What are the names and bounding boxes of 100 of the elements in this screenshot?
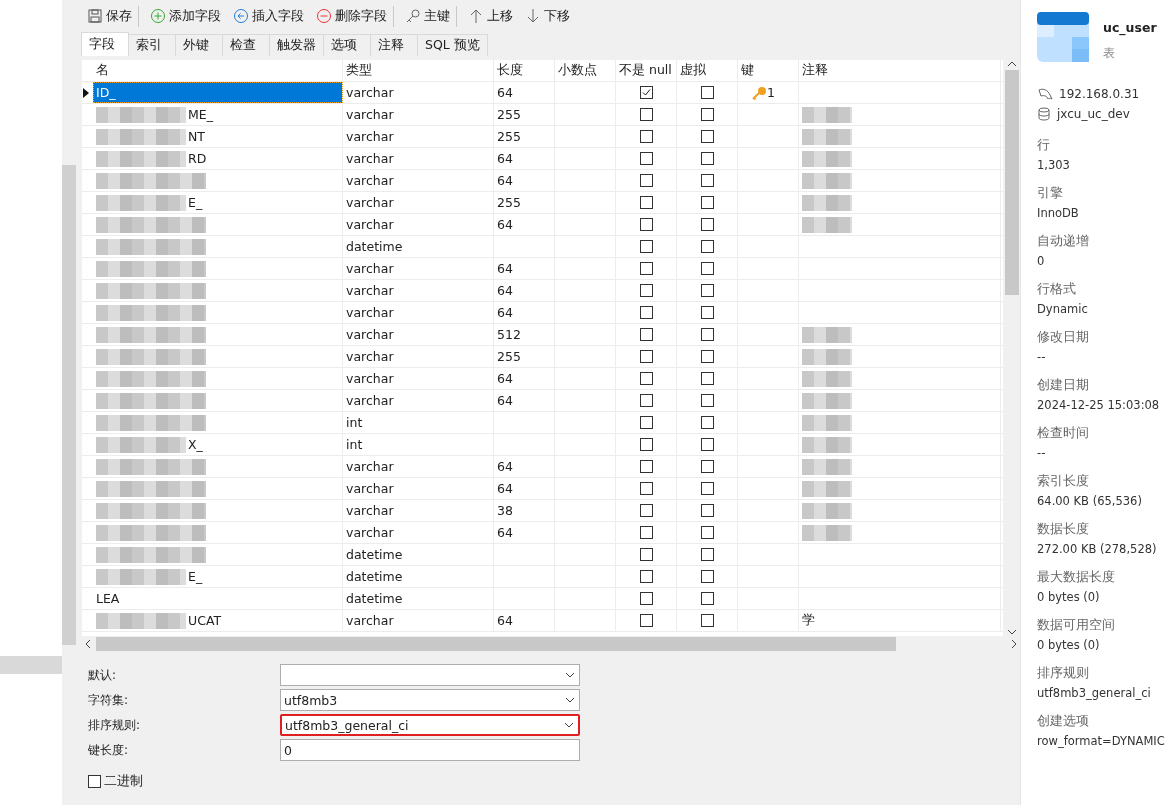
table-row[interactable]: varchar 255 [82, 346, 1003, 368]
checkbox[interactable] [639, 438, 653, 451]
checkbox[interactable] [639, 196, 653, 209]
table-row[interactable]: varchar 64 [82, 302, 1003, 324]
table-cell[interactable]: varchar [343, 368, 494, 389]
dropdown[interactable]: utf8mb3 [280, 689, 580, 711]
checkbox[interactable] [639, 394, 653, 407]
table-cell[interactable] [93, 236, 343, 257]
checkbox[interactable] [700, 438, 714, 451]
table-cell[interactable] [799, 478, 1001, 499]
table-cell[interactable] [93, 456, 343, 477]
table-cell[interactable]: 255 [494, 104, 555, 125]
table-cell[interactable]: 255 [494, 126, 555, 147]
column-header[interactable]: 键 [738, 60, 799, 81]
table-row[interactable]: ME_ varchar 255 [82, 104, 1003, 126]
table-row[interactable]: varchar 64 [82, 390, 1003, 412]
checkbox[interactable] [700, 592, 714, 605]
checkbox[interactable] [700, 416, 714, 429]
toolbar-button[interactable]: 添加字段 [147, 5, 228, 27]
table-cell[interactable] [799, 500, 1001, 521]
table-row[interactable]: varchar 64 [82, 456, 1003, 478]
table-cell[interactable]: varchar [343, 148, 494, 169]
table-cell[interactable] [799, 368, 1001, 389]
table-cell[interactable]: varchar [343, 104, 494, 125]
table-cell[interactable]: UCAT [93, 610, 343, 631]
checkbox[interactable] [700, 218, 714, 231]
checkbox[interactable] [700, 306, 714, 319]
checkbox[interactable] [639, 130, 653, 143]
table-row[interactable]: varchar 64 [82, 368, 1003, 390]
table-cell[interactable]: 64 [494, 82, 555, 103]
table-cell[interactable]: 64 [494, 258, 555, 279]
checkbox[interactable] [700, 130, 714, 143]
table-cell[interactable]: 64 [494, 280, 555, 301]
checkbox[interactable] [700, 504, 714, 517]
table-cell[interactable]: varchar [343, 280, 494, 301]
checkbox[interactable] [700, 460, 714, 473]
table-cell[interactable] [93, 390, 343, 411]
checkbox[interactable] [700, 394, 714, 407]
checkbox[interactable] [639, 262, 653, 275]
checkbox[interactable] [700, 284, 714, 297]
table-cell[interactable]: varchar [343, 82, 494, 103]
table-row[interactable]: LEA datetime [82, 588, 1003, 610]
checkbox[interactable] [639, 108, 653, 121]
table-cell[interactable] [93, 412, 343, 433]
table-cell[interactable]: datetime [343, 236, 494, 257]
table-cell[interactable]: datetime [343, 566, 494, 587]
table-cell[interactable] [799, 214, 1001, 235]
table-cell[interactable] [799, 170, 1001, 191]
table-cell[interactable]: varchar [343, 324, 494, 345]
toolbar-button[interactable]: 主键 [402, 5, 457, 27]
table-row[interactable]: varchar 64 [82, 478, 1003, 500]
checkbox[interactable] [639, 482, 653, 495]
table-cell[interactable]: int [343, 434, 494, 455]
table-cell[interactable]: 64 [494, 214, 555, 235]
scrollbar-thumb[interactable] [96, 637, 896, 651]
scrollbar-thumb[interactable] [62, 165, 76, 645]
table-row[interactable]: ID_ varchar 64 1 [82, 82, 1003, 104]
table-cell[interactable]: 64 [494, 478, 555, 499]
checkbox[interactable] [639, 86, 653, 99]
table-row[interactable]: RD varchar 64 [82, 148, 1003, 170]
checkbox[interactable] [639, 306, 653, 319]
checkbox[interactable] [639, 350, 653, 363]
table-cell[interactable]: 64 [494, 610, 555, 631]
table-cell[interactable] [799, 456, 1001, 477]
scroll-up-icon[interactable] [1006, 60, 1017, 68]
table-cell[interactable]: 512 [494, 324, 555, 345]
table-row[interactable]: varchar 64 [82, 170, 1003, 192]
checkbox[interactable] [700, 548, 714, 561]
checkbox[interactable] [700, 350, 714, 363]
table-cell[interactable] [93, 170, 343, 191]
checkbox[interactable] [700, 570, 714, 583]
column-header[interactable]: 注释 [799, 60, 1001, 81]
table-cell[interactable]: varchar [343, 500, 494, 521]
checkbox[interactable] [639, 460, 653, 473]
checkbox[interactable] [700, 152, 714, 165]
checkbox[interactable] [639, 416, 653, 429]
table-cell[interactable]: 64 [494, 368, 555, 389]
table-cell[interactable] [93, 500, 343, 521]
checkbox[interactable] [639, 372, 653, 385]
table-cell[interactable]: varchar [343, 170, 494, 191]
checkbox[interactable] [639, 526, 653, 539]
table-cell[interactable]: X_ [93, 434, 343, 455]
toolbar-button[interactable]: 保存 [84, 5, 139, 27]
table-cell[interactable]: NT [93, 126, 343, 147]
toolbar-button[interactable]: 删除字段 [313, 5, 394, 27]
toolbar-button[interactable]: 插入字段 [230, 5, 311, 27]
checkbox[interactable] [700, 526, 714, 539]
table-cell[interactable]: int [343, 412, 494, 433]
table-cell[interactable]: varchar [343, 126, 494, 147]
checkbox[interactable] [88, 775, 101, 788]
table-cell[interactable] [799, 324, 1001, 345]
table-cell[interactable] [93, 280, 343, 301]
checkbox[interactable] [700, 262, 714, 275]
table-cell[interactable] [93, 368, 343, 389]
table-row[interactable]: varchar 64 [82, 522, 1003, 544]
column-header[interactable]: 虚拟 [677, 60, 738, 81]
table-cell[interactable]: ME_ [93, 104, 343, 125]
table-cell[interactable] [799, 390, 1001, 411]
table-cell[interactable]: 255 [494, 192, 555, 213]
table-row[interactable]: varchar 64 [82, 258, 1003, 280]
